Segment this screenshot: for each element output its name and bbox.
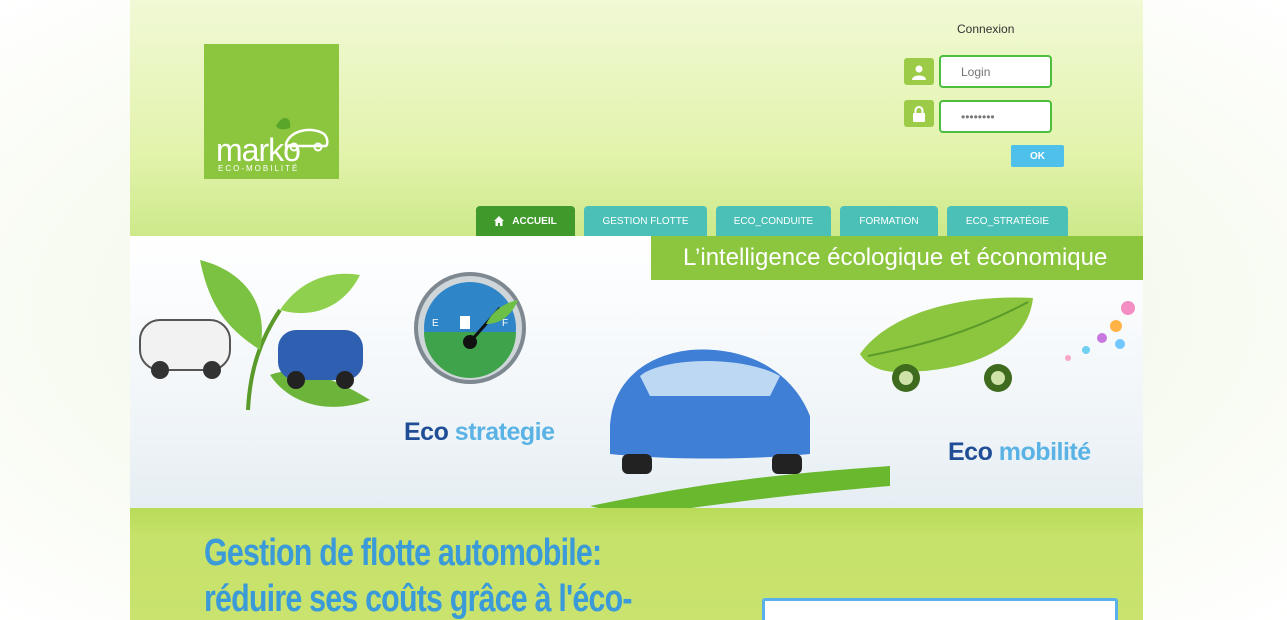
- lock-icon: [904, 100, 934, 127]
- page-title: Gestion de flotte automobile: réduire se…: [204, 532, 633, 620]
- tab-accueil-label: ACCUEIL: [512, 215, 557, 227]
- login-title: Connexion: [957, 22, 1015, 36]
- tab-eco-conduite[interactable]: ECO_CONDUITE: [716, 206, 831, 236]
- login-input[interactable]: [939, 55, 1052, 88]
- plant-cars-illustration: [139, 260, 370, 411]
- eco-mobilite-eco: Eco: [948, 438, 999, 466]
- eco-strategie-label: Eco strategie: [404, 418, 555, 447]
- tab-gestion-flotte-label: GESTION FLOTTE: [602, 215, 689, 227]
- tab-formation-label: FORMATION: [859, 215, 919, 227]
- tab-accueil[interactable]: ACCUEIL: [476, 206, 575, 236]
- blue-car-illustration: [610, 349, 810, 474]
- eco-mobilite-word: mobilité: [998, 438, 1091, 466]
- hero-banner: L’intelligence écologique et économique …: [130, 236, 1143, 508]
- document-thumbnail[interactable]: [762, 598, 1118, 620]
- marko-logo[interactable]: marko ECO-MOBILITÉ: [204, 44, 339, 179]
- tab-eco-strategie-label: ECO_STRATÉGIE: [965, 215, 1050, 227]
- home-icon: [494, 216, 505, 226]
- user-icon: [904, 58, 934, 85]
- fuel-gauge-icon: E F: [414, 272, 526, 384]
- eco-strategie-word: strategie: [454, 418, 555, 446]
- tab-formation[interactable]: FORMATION: [840, 206, 938, 236]
- eco-strategie-eco: Eco: [404, 418, 455, 446]
- ok-button[interactable]: OK: [1011, 145, 1064, 167]
- main-content: Gestion de flotte automobile: réduire se…: [130, 508, 1143, 620]
- gauge-f-label: F: [502, 318, 508, 329]
- tab-gestion-flotte[interactable]: GESTION FLOTTE: [584, 206, 707, 236]
- gauge-e-label: E: [432, 318, 439, 329]
- banner-headline: L’intelligence écologique et économique: [651, 236, 1143, 280]
- password-input[interactable]: [939, 100, 1052, 133]
- tab-eco-conduite-label: ECO_CONDUITE: [733, 215, 814, 227]
- eco-mobilite-label: Eco mobilité: [948, 438, 1091, 467]
- tab-eco-strategie[interactable]: ECO_STRATÉGIE: [947, 206, 1068, 236]
- logo-tagline: ECO-MOBILITÉ: [218, 164, 300, 173]
- leaf-car-illustration: [860, 297, 1135, 392]
- page-container: marko ECO-MOBILITÉ Connexion OK ACCUEIL …: [130, 0, 1143, 620]
